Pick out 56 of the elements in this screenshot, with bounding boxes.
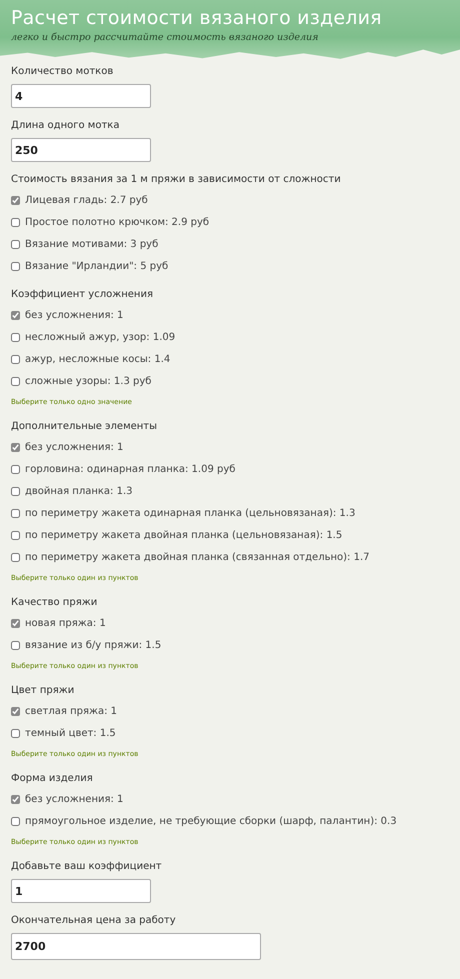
option-label: Вязание мотивами: 3 руб — [25, 238, 158, 252]
input-field[interactable]: 250 — [11, 138, 151, 162]
option-label: ажур, несложные косы: 1.4 — [25, 352, 170, 366]
checkbox[interactable] — [11, 530, 20, 540]
checkbox[interactable] — [11, 816, 20, 826]
page-title: Расчет стоимости вязаного изделия — [11, 6, 382, 30]
option-label: темный цвет: 1.5 — [25, 726, 116, 740]
checkbox[interactable] — [11, 640, 20, 650]
option-label: Простое полотно крючком: 2.9 руб — [25, 216, 210, 230]
option-label: без усложнения: 1 — [25, 440, 124, 454]
checkbox[interactable] — [11, 464, 20, 474]
option-label: светлая пряжа: 1 — [25, 704, 118, 718]
field-label: Цвет пряжи — [11, 684, 74, 698]
field-label: Форма изделия — [11, 772, 93, 786]
checkbox[interactable] — [11, 618, 20, 628]
field-label: Коэффициент усложнения — [11, 288, 153, 302]
checkbox[interactable] — [11, 196, 20, 204]
option-label: сложные узоры: 1.3 руб — [25, 374, 152, 388]
checkbox[interactable] — [11, 354, 20, 364]
checkbox[interactable] — [11, 486, 20, 496]
checkbox[interactable] — [11, 794, 20, 804]
option-label: горловина: одинарная планка: 1.09 руб — [25, 462, 236, 476]
field-label: Стоимость вязания за 1 м пряжи в зависимости от сложности — [11, 173, 341, 187]
field-label: Качество пряжи — [11, 596, 98, 610]
option-label: новая пряжа: 1 — [25, 616, 106, 630]
option-label: несложный ажур, узор: 1.09 — [25, 330, 176, 344]
field-label: Добавьте ваш коэффициент — [11, 860, 162, 874]
option-label: по периметру жакета одинарная планка (цельновязаная): 1.3 — [25, 506, 356, 520]
checkbox[interactable] — [11, 240, 20, 248]
field-label: Окончательная цена за работу — [11, 914, 176, 928]
checkbox[interactable] — [11, 332, 20, 342]
option-label: без усложнения: 1 — [25, 792, 124, 806]
option-label: прямоугольное изделие, не требующие сборки (шарф, палантин): 0.3 — [25, 814, 397, 828]
checkbox[interactable] — [11, 552, 20, 562]
page-subtitle: легко и быстро рассчитайте стоимость вязаного изделия — [11, 31, 318, 45]
field-label: Количество мотков — [11, 65, 114, 79]
field-label: Дополнительные элементы — [11, 420, 158, 434]
option-label: Вязание "Ирландии": 5 руб — [25, 260, 168, 274]
checkbox[interactable] — [11, 508, 20, 518]
option-label: без усложнения: 1 — [25, 308, 124, 322]
checkbox[interactable] — [11, 262, 20, 270]
option-label: по периметру жакета двойная планка (связанная отдельно): 1.7 — [25, 550, 370, 564]
result-field[interactable]: 2700 — [11, 933, 261, 960]
option-label: вязание из б/у пряжи: 1.5 — [25, 638, 162, 652]
option-label: Лицевая гладь: 2.7 руб — [25, 194, 148, 208]
checkbox[interactable] — [11, 728, 20, 738]
checkbox[interactable] — [11, 376, 20, 386]
checkbox[interactable] — [11, 218, 20, 226]
checkbox[interactable] — [11, 706, 20, 716]
option-label: по периметру жакета двойная планка (цельновязаная): 1.5 — [25, 528, 342, 542]
input-field[interactable]: 4 — [11, 84, 151, 108]
checkbox[interactable] — [11, 310, 20, 320]
option-label: двойная планка: 1.3 — [25, 484, 132, 498]
checkbox[interactable] — [11, 442, 20, 452]
input-field[interactable]: 1 — [11, 879, 151, 903]
field-label: Длина одного мотка — [11, 119, 120, 133]
